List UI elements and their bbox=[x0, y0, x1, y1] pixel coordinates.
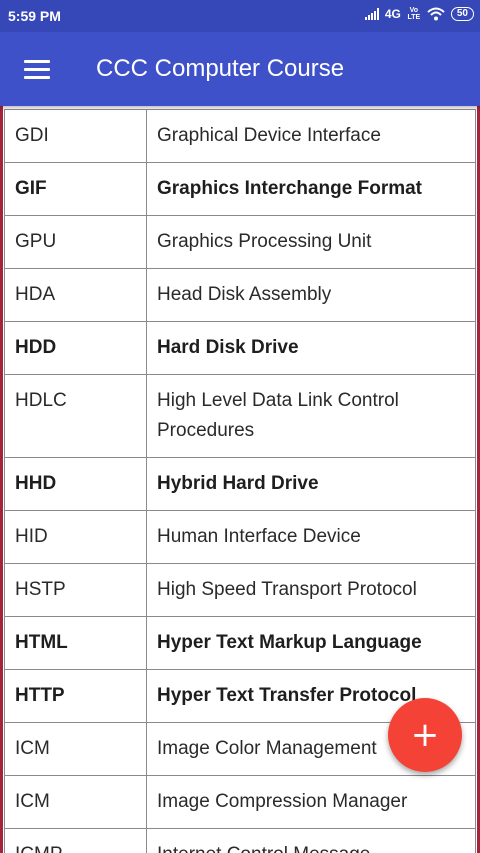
table-row[interactable]: HDD Hard Disk Drive bbox=[4, 321, 476, 375]
abbreviation-cell: GIF bbox=[4, 162, 147, 216]
full-form-cell: Image Compression Manager bbox=[146, 775, 476, 829]
signal-strength-icon bbox=[364, 8, 379, 20]
volte-top: Vo bbox=[409, 7, 419, 14]
frame-border-left bbox=[0, 106, 3, 853]
abbreviation-cell: HDA bbox=[4, 268, 147, 322]
full-form-cell: Hyper Text Markup Language bbox=[146, 616, 476, 670]
abbreviation-cell: HDLC bbox=[4, 374, 147, 458]
full-form-cell: Graphical Device Interface bbox=[146, 109, 476, 163]
full-form-cell: Internet Control Message bbox=[146, 828, 476, 853]
abbreviation-cell: HID bbox=[4, 510, 147, 564]
app-bar: CCC Computer Course bbox=[0, 32, 480, 106]
hamburger-menu-icon[interactable] bbox=[24, 60, 50, 80]
full-form-cell: Hard Disk Drive bbox=[146, 321, 476, 375]
abbreviation-cell: HTML bbox=[4, 616, 147, 670]
full-form-cell: Head Disk Assembly bbox=[146, 268, 476, 322]
volte-icon: Vo LTE bbox=[407, 7, 421, 21]
full-form-cell: Graphics Processing Unit bbox=[146, 215, 476, 269]
full-form-cell: High Level Data Link Control Procedures bbox=[146, 374, 476, 458]
battery-icon: 50 bbox=[450, 7, 474, 21]
volte-bottom: LTE bbox=[407, 14, 421, 21]
abbreviation-cell: HDD bbox=[4, 321, 147, 375]
add-button[interactable]: + bbox=[388, 698, 462, 772]
table-row[interactable]: ICMPInternet Control Message bbox=[4, 828, 476, 853]
wifi-icon bbox=[427, 7, 445, 21]
status-bar: 5:59 PM 4G Vo LTE 50 bbox=[0, 0, 480, 32]
abbreviation-cell: HTTP bbox=[4, 669, 147, 723]
full-form-cell: Graphics Interchange Format bbox=[146, 162, 476, 216]
table-row[interactable]: HSTP High Speed Transport Protocol bbox=[4, 563, 476, 617]
table-row[interactable]: HTML Hyper Text Markup Language bbox=[4, 616, 476, 670]
full-form-cell: High Speed Transport Protocol bbox=[146, 563, 476, 617]
abbreviation-cell: HSTP bbox=[4, 563, 147, 617]
abbreviation-cell: ICM bbox=[4, 722, 147, 776]
status-icons: 4G Vo LTE 50 bbox=[364, 7, 474, 21]
full-form-cell: Hybrid Hard Drive bbox=[146, 457, 476, 511]
table-row[interactable]: ICM Image Compression Manager bbox=[4, 775, 476, 829]
table-row[interactable]: HDLC High Level Data Link Control Procedu… bbox=[4, 374, 476, 458]
app-title: CCC Computer Course bbox=[96, 55, 345, 82]
abbreviation-cell: ICM bbox=[4, 775, 147, 829]
abbreviation-cell: HHD bbox=[4, 457, 147, 511]
table-row[interactable]: HDA Head Disk Assembly bbox=[4, 268, 476, 322]
abbreviation-cell: GPU bbox=[4, 215, 147, 269]
status-time: 5:59 PM bbox=[8, 8, 61, 24]
table-row[interactable]: GDI Graphical Device Interface bbox=[4, 109, 476, 163]
table-row[interactable]: HID Human Interface Device bbox=[4, 510, 476, 564]
full-form-cell: Human Interface Device bbox=[146, 510, 476, 564]
network-type-label: 4G bbox=[384, 7, 401, 21]
table-row[interactable]: GPU Graphics Processing Unit bbox=[4, 215, 476, 269]
abbreviation-cell: ICMP bbox=[4, 828, 147, 853]
table-row[interactable]: GIF Graphics Interchange Format bbox=[4, 162, 476, 216]
abbreviation-cell: GDI bbox=[4, 109, 147, 163]
table-row[interactable]: HHD Hybrid Hard Drive bbox=[4, 457, 476, 511]
plus-icon: + bbox=[410, 715, 440, 755]
